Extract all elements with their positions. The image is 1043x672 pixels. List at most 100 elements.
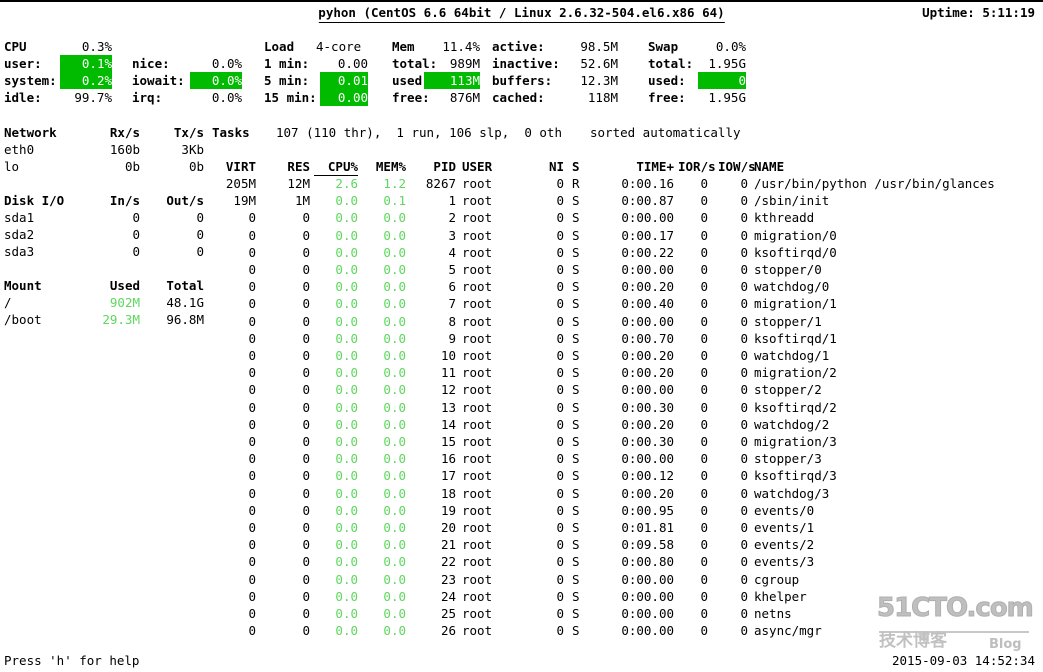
cell-s: S	[572, 227, 580, 243]
cell-res: 0	[302, 399, 310, 415]
cell-iow: 0	[740, 468, 748, 484]
cell-mem: 0.0	[383, 502, 406, 518]
mount-row-used: 902M	[109, 295, 140, 310]
load-1min-label: 1 min:	[264, 56, 310, 71]
column-header-cpu[interactable]: CPU%	[314, 158, 358, 176]
tasks-sort-note: sorted automatically	[590, 125, 741, 140]
swap-free-label: free:	[648, 90, 686, 105]
cell-user: root	[462, 382, 493, 398]
cell-cpu: 0.0	[335, 365, 358, 381]
cell-pid: 1	[448, 193, 456, 209]
cell-user: root	[462, 244, 493, 260]
cell-name: migration/0	[754, 227, 837, 243]
cell-cpu: 0.0	[335, 623, 358, 639]
cell-user: root	[462, 330, 493, 346]
cell-cpu: 0.0	[335, 262, 358, 277]
cell-ior: 0	[700, 606, 708, 621]
mem-buffers-label: buffers:	[492, 73, 553, 88]
cell-virt: 0	[248, 451, 256, 467]
mem-total-value: 989M	[449, 56, 480, 71]
cell-virt: 0	[248, 210, 256, 226]
cell-cpu: 2.6	[335, 176, 358, 191]
cell-virt: 0	[248, 606, 256, 621]
cell-virt: 205M	[225, 176, 256, 191]
cell-user: root	[462, 468, 493, 484]
cell-res: 0	[302, 296, 310, 312]
cell-ni: 0	[556, 485, 564, 501]
cell-res: 0	[302, 210, 310, 226]
cell-s: S	[572, 296, 580, 312]
cell-time: 0:00.22	[621, 244, 674, 260]
watermark-main-text: 51CTO.com	[877, 593, 1035, 623]
cell-pid: 5	[448, 262, 456, 277]
cell-mem: 0.0	[383, 382, 406, 398]
cell-s: S	[572, 606, 580, 621]
cell-user: root	[462, 227, 493, 243]
load-panel-title: Load	[264, 39, 295, 54]
cell-ior: 0	[700, 227, 708, 243]
network-row-name: lo	[4, 159, 20, 174]
cell-time: 0:00.12	[621, 468, 674, 484]
cpu-nice-label: nice:	[132, 56, 170, 71]
mount-row-used: 29.3M	[102, 312, 140, 327]
cell-name: ksoftirqd/0	[754, 244, 837, 260]
diskio-row-name: sda3	[4, 244, 35, 259]
mem-cached-value: 118M	[587, 90, 618, 105]
column-header-s: S	[572, 159, 580, 174]
cell-iow: 0	[740, 210, 748, 226]
cell-name: migration/1	[754, 296, 837, 312]
cell-iow: 0	[740, 571, 748, 587]
cell-iow: 0	[740, 485, 748, 501]
cell-pid: 26	[440, 623, 456, 639]
cell-user: root	[462, 416, 493, 432]
cell-s: S	[572, 365, 580, 381]
mem-buffers-value: 12.3M	[580, 73, 618, 88]
mem-inactive-label: inactive:	[492, 56, 560, 71]
cell-name: stopper/2	[754, 382, 822, 398]
cell-cpu: 0.0	[335, 399, 358, 415]
cell-pid: 14	[440, 416, 456, 432]
cell-s: S	[572, 210, 580, 226]
cell-ni: 0	[556, 468, 564, 484]
mount-panel-title: Mount	[4, 278, 42, 293]
diskio-row-in: 0	[132, 210, 140, 225]
cell-res: 12M	[287, 176, 310, 191]
column-header-virt: VIRT	[225, 159, 256, 174]
cell-s: S	[572, 520, 580, 535]
cell-ior: 0	[700, 416, 708, 432]
cell-virt: 0	[248, 399, 256, 415]
cell-iow: 0	[740, 520, 748, 535]
cell-name: watchdog/2	[754, 416, 830, 432]
cell-res: 0	[302, 571, 310, 587]
cell-cpu: 0.0	[335, 313, 358, 329]
cell-cpu: 0.0	[335, 193, 358, 209]
cell-virt: 0	[248, 537, 256, 553]
cell-virt: 0	[248, 244, 256, 260]
cell-user: root	[462, 606, 493, 621]
cell-ior: 0	[700, 365, 708, 381]
cell-time: 0:00.30	[621, 434, 674, 449]
cell-virt: 0	[248, 554, 256, 570]
cell-ni: 0	[556, 399, 564, 415]
cell-s: S	[572, 434, 580, 449]
cell-user: root	[462, 554, 493, 570]
site-watermark: 51CTO.com 技术博客 Blog	[871, 593, 1039, 653]
cell-mem: 0.0	[383, 210, 406, 226]
cell-name: migration/2	[754, 365, 837, 381]
cell-pid: 25	[440, 606, 456, 621]
cell-user: root	[462, 485, 493, 501]
network-row-tx: 0b	[188, 159, 204, 174]
cell-name: cgroup	[754, 571, 800, 587]
swap-total-value: 1.95G	[708, 56, 746, 71]
cell-ni: 0	[556, 416, 564, 432]
mount-row-total: 48.1G	[166, 295, 204, 310]
cell-iow: 0	[740, 399, 748, 415]
cell-virt: 0	[248, 227, 256, 243]
cell-name: events/3	[754, 554, 815, 570]
diskio-out-header: Out/s	[166, 193, 204, 208]
cell-virt: 0	[248, 571, 256, 587]
cell-ior: 0	[700, 588, 708, 604]
cell-pid: 17	[440, 468, 456, 484]
cell-pid: 12	[440, 382, 456, 398]
cell-user: root	[462, 399, 493, 415]
